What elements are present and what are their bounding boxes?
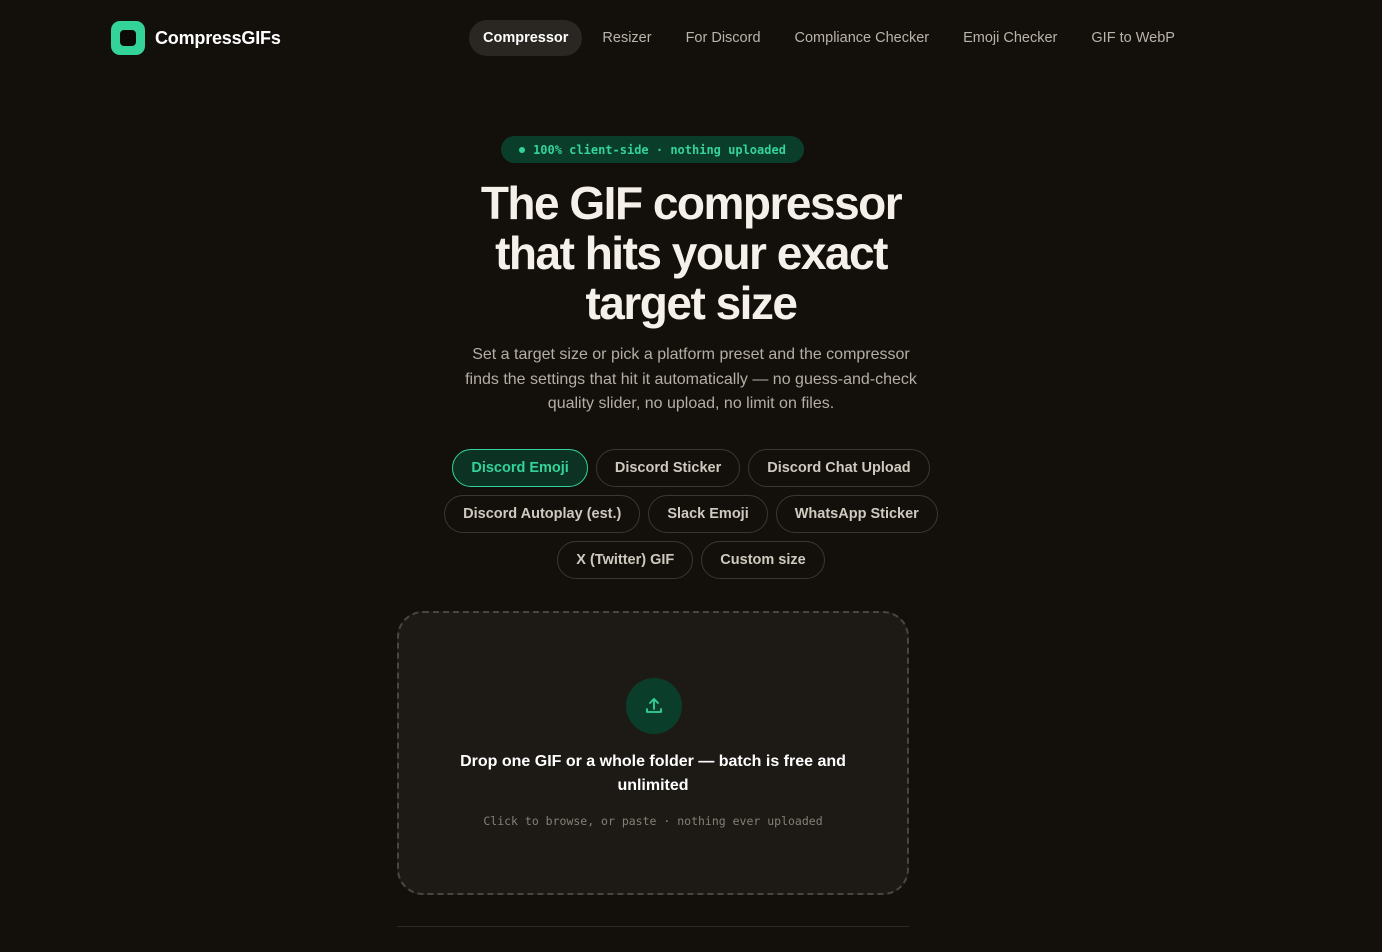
- preset-row: Discord Emoji Discord Sticker Discord Ch…: [452, 449, 930, 487]
- nav-item-gif-to-webp[interactable]: GIF to WebP: [1077, 20, 1189, 56]
- preset-slack-emoji[interactable]: Slack Emoji: [648, 495, 768, 533]
- page: CompressGIFs Compressor Resizer For Disc…: [0, 0, 1382, 952]
- nav-item-compliance-checker[interactable]: Compliance Checker: [781, 20, 944, 56]
- main-nav: Compressor Resizer For Discord Complianc…: [469, 20, 1189, 56]
- preset-picker: Discord Emoji Discord Sticker Discord Ch…: [400, 449, 982, 579]
- preset-x-twitter-gif[interactable]: X (Twitter) GIF: [557, 541, 694, 579]
- page-title: The GIF compressor that hits your exact …: [391, 178, 991, 328]
- upload-icon: [626, 678, 682, 734]
- nav-item-compressor[interactable]: Compressor: [469, 20, 583, 56]
- brand-name: CompressGIFs: [155, 27, 281, 48]
- subtitle-line: finds the settings that hit it automatic…: [465, 370, 917, 388]
- file-dropzone[interactable]: Drop one GIF or a whole folder — batch i…: [397, 611, 909, 895]
- title-line: that hits your exact: [495, 227, 888, 279]
- badge-text: 100% client-side · nothing uploaded: [533, 142, 786, 157]
- preset-custom-size[interactable]: Custom size: [701, 541, 825, 579]
- dropzone-hint: Click to browse, or paste · nothing ever…: [483, 814, 823, 828]
- preset-whatsapp-sticker[interactable]: WhatsApp Sticker: [775, 495, 938, 533]
- dropzone-title-line: unlimited: [617, 777, 689, 794]
- hero-subtitle: Set a target size or pick a platform pre…: [411, 343, 971, 417]
- dropzone-title-line: Drop one GIF or a whole folder — batch i…: [460, 753, 846, 770]
- nav-item-for-discord[interactable]: For Discord: [672, 20, 775, 56]
- title-line: target size: [585, 277, 798, 329]
- logo-icon: [111, 21, 145, 55]
- client-side-badge: 100% client-side · nothing uploaded: [501, 136, 804, 163]
- title-line: The GIF compressor: [480, 177, 903, 229]
- preset-discord-emoji[interactable]: Discord Emoji: [452, 449, 588, 487]
- preset-discord-sticker[interactable]: Discord Sticker: [595, 449, 741, 487]
- nav-item-emoji-checker[interactable]: Emoji Checker: [949, 20, 1071, 56]
- preset-row: Discord Autoplay (est.) Slack Emoji What…: [444, 495, 938, 533]
- nav-item-resizer[interactable]: Resizer: [588, 20, 665, 56]
- preset-row: X (Twitter) GIF Custom size: [557, 541, 825, 579]
- status-dot-icon: [519, 146, 526, 153]
- subtitle-line: Set a target size or pick a platform pre…: [472, 346, 910, 363]
- dropzone-title: Drop one GIF or a whole folder — batch i…: [439, 750, 867, 798]
- preset-discord-chat-upload[interactable]: Discord Chat Upload: [748, 449, 930, 487]
- brand-logo-link[interactable]: CompressGIFs: [111, 21, 281, 55]
- subtitle-line: quality slider, no upload, no limit on f…: [547, 395, 835, 412]
- preset-discord-autoplay[interactable]: Discord Autoplay (est.): [444, 495, 641, 533]
- section-divider: [397, 926, 909, 927]
